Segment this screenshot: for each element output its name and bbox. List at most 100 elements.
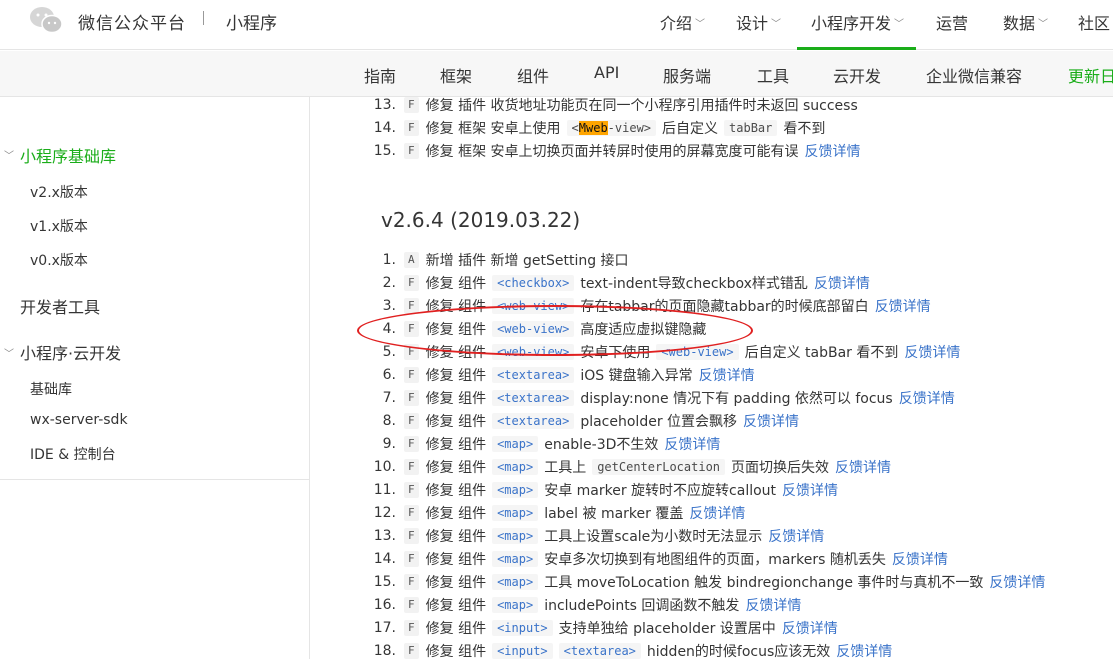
change-type-badge: F bbox=[404, 366, 419, 383]
inline-code: <map> bbox=[492, 435, 539, 452]
list-item: 13. F 修复 组件 <map> 工具上设置scale为小数时无法显示 反馈详情 bbox=[373, 526, 825, 546]
inline-code: <checkbox> bbox=[492, 274, 575, 291]
subnav-wecom-compat[interactable]: 企业微信兼容 bbox=[926, 63, 1022, 87]
list-item: 10. F 修复 组件 <map> 工具上 getCenterLocation 页面切… bbox=[373, 457, 892, 477]
inline-code: <web-view> bbox=[656, 343, 739, 360]
chevron-down-icon: ﹀ bbox=[1038, 19, 1049, 30]
subnav-server[interactable]: 服务端 bbox=[663, 63, 711, 87]
subnav-changelog[interactable]: 更新日 bbox=[1068, 63, 1113, 87]
list-item: 14. F 修复 框架 安卓上使用 <Mweb-view> 后自定义 tabBa… bbox=[373, 119, 826, 137]
chevron-down-icon[interactable]: ﹀ bbox=[4, 147, 14, 162]
inline-code: <map> bbox=[492, 550, 539, 567]
change-type-badge: F bbox=[404, 97, 419, 113]
feedback-link[interactable]: 反馈详情 bbox=[899, 388, 955, 408]
topnav-operations[interactable]: 运营 bbox=[936, 0, 968, 50]
change-type-badge: F bbox=[404, 343, 419, 360]
sidebar-item-cloud-base-library[interactable]: 基础库 bbox=[30, 379, 72, 399]
change-type-badge: F bbox=[404, 435, 419, 452]
change-type-badge: F bbox=[404, 297, 419, 314]
topnav-community[interactable]: 社区 bbox=[1078, 0, 1110, 50]
inline-code: <map> bbox=[492, 481, 539, 498]
inline-code: <textarea> bbox=[492, 412, 575, 429]
feedback-link[interactable]: 反馈详情 bbox=[689, 503, 745, 523]
inline-code: <map> bbox=[492, 458, 539, 475]
feedback-link[interactable]: 反馈详情 bbox=[699, 365, 755, 385]
brand-subtitle[interactable]: 小程序 bbox=[226, 9, 277, 34]
change-type-badge: F bbox=[404, 642, 419, 659]
feedback-link[interactable]: 反馈详情 bbox=[743, 411, 799, 431]
topnav-miniprogram-dev[interactable]: 小程序开发 ﹀ bbox=[797, 0, 916, 50]
inline-code: <web-view> bbox=[492, 297, 575, 314]
wechat-logo-icon[interactable] bbox=[28, 5, 64, 35]
feedback-link[interactable]: 反馈详情 bbox=[904, 342, 960, 362]
subnav-tools[interactable]: 工具 bbox=[757, 63, 789, 87]
top-navbar: 微信公众平台 小程序 介绍 ﹀ 设计 ﹀ 小程序开发 ﹀ 运营 数据 ﹀ 社区 bbox=[0, 0, 1113, 50]
feedback-link[interactable]: 反馈详情 bbox=[814, 273, 870, 293]
platform-brand[interactable]: 微信公众平台 bbox=[78, 9, 186, 34]
list-item: 5. F 修复 组件 <web-view> 安卓下使用 <web-view> 后自定义… bbox=[382, 342, 961, 362]
sidebar-divider bbox=[0, 479, 310, 480]
change-type-badge: F bbox=[404, 619, 419, 636]
change-type-badge: F bbox=[404, 412, 419, 429]
change-type-badge: F bbox=[404, 458, 419, 475]
list-item: 4. F 修复 组件 <web-view> 高度适应虚拟键隐藏 bbox=[382, 320, 707, 338]
subnav-guide[interactable]: 指南 bbox=[364, 63, 396, 87]
topnav-intro[interactable]: 介绍 ﹀ bbox=[660, 0, 705, 50]
list-item: 7. F 修复 组件 <textarea> display:none 情况下有 pa… bbox=[382, 388, 955, 408]
inline-code: <textarea> bbox=[492, 389, 575, 406]
list-item: 6. F 修复 组件 <textarea> iOS 键盘输入异常 反馈详情 bbox=[382, 365, 755, 385]
feedback-link[interactable]: 反馈详情 bbox=[989, 572, 1045, 592]
subnav-api[interactable]: API bbox=[594, 63, 619, 82]
feedback-link[interactable]: 反馈详情 bbox=[664, 434, 720, 454]
sidebar-item-wx-server-sdk[interactable]: wx-server-sdk bbox=[30, 412, 128, 428]
change-type-badge: F bbox=[404, 527, 419, 544]
inline-code: <map> bbox=[492, 527, 539, 544]
list-item: 17. F 修复 组件 <input> 支持单独给 placeholder 设置居中… bbox=[373, 618, 838, 638]
feedback-link[interactable]: 反馈详情 bbox=[875, 296, 931, 316]
change-type-badge: F bbox=[404, 596, 419, 613]
feedback-link[interactable]: 反馈详情 bbox=[892, 549, 948, 569]
topnav-design[interactable]: 设计 ﹀ bbox=[736, 0, 781, 50]
sidebar-item-v2x[interactable]: v2.x版本 bbox=[30, 182, 88, 202]
inline-code: <input> bbox=[492, 642, 553, 659]
inline-code: <Mweb-view> bbox=[566, 119, 657, 136]
change-type-badge: F bbox=[404, 550, 419, 567]
inline-code: <web-view> bbox=[492, 320, 575, 337]
subnav-components[interactable]: 组件 bbox=[517, 63, 549, 87]
feedback-link[interactable]: 反馈详情 bbox=[835, 457, 891, 477]
change-type-badge: F bbox=[404, 274, 419, 291]
sidebar-item-ide-console[interactable]: IDE & 控制台 bbox=[30, 444, 116, 464]
search-highlight: Mweb bbox=[578, 120, 608, 135]
inline-code: <web-view> bbox=[492, 343, 575, 360]
list-item: 2. F 修复 组件 <checkbox> text-indent导致checkbo… bbox=[382, 273, 870, 293]
sidebar-item-cloud-dev[interactable]: 小程序·云开发 bbox=[20, 340, 121, 364]
feedback-link[interactable]: 反馈详情 bbox=[782, 618, 838, 638]
sidebar-item-devtools[interactable]: 开发者工具 bbox=[20, 294, 100, 318]
sidebar-item-base-library[interactable]: 小程序基础库 bbox=[20, 143, 116, 167]
inline-code: <map> bbox=[492, 596, 539, 613]
change-type-badge: A bbox=[404, 251, 419, 268]
feedback-link[interactable]: 反馈详情 bbox=[745, 595, 801, 615]
feedback-link[interactable]: 反馈详情 bbox=[836, 641, 892, 659]
change-type-badge: F bbox=[404, 119, 419, 136]
inline-code: <map> bbox=[492, 504, 539, 521]
list-item: 15. F 修复 框架 安卓上切换页面并转屏时使用的屏幕宽度可能有误 反馈详情 bbox=[373, 141, 861, 161]
subnav-framework[interactable]: 框架 bbox=[440, 63, 472, 87]
subnav-cloud-dev[interactable]: 云开发 bbox=[833, 63, 881, 87]
doc-subnav: 指南 框架 组件 API 服务端 工具 云开发 企业微信兼容 更新日 bbox=[0, 51, 1113, 97]
inline-code: getCenterLocation bbox=[592, 458, 726, 475]
change-type-badge: F bbox=[404, 504, 419, 521]
feedback-link[interactable]: 反馈详情 bbox=[768, 526, 824, 546]
feedback-link[interactable]: 反馈详情 bbox=[782, 480, 838, 500]
feedback-link[interactable]: 反馈详情 bbox=[805, 141, 861, 161]
chevron-down-icon: ﹀ bbox=[894, 19, 905, 30]
inline-code: <input> bbox=[492, 619, 553, 636]
topnav-data[interactable]: 数据 ﹀ bbox=[1003, 0, 1048, 50]
change-type-badge: F bbox=[404, 481, 419, 498]
change-type-badge: F bbox=[404, 389, 419, 406]
chevron-down-icon[interactable]: ﹀ bbox=[4, 345, 14, 360]
sidebar-item-v0x[interactable]: v0.x版本 bbox=[30, 250, 88, 270]
list-item: 18. F 修复 组件 <input> <textarea> hidden的时候fo… bbox=[373, 641, 893, 659]
inline-code: <map> bbox=[492, 573, 539, 590]
sidebar-item-v1x[interactable]: v1.x版本 bbox=[30, 216, 88, 236]
